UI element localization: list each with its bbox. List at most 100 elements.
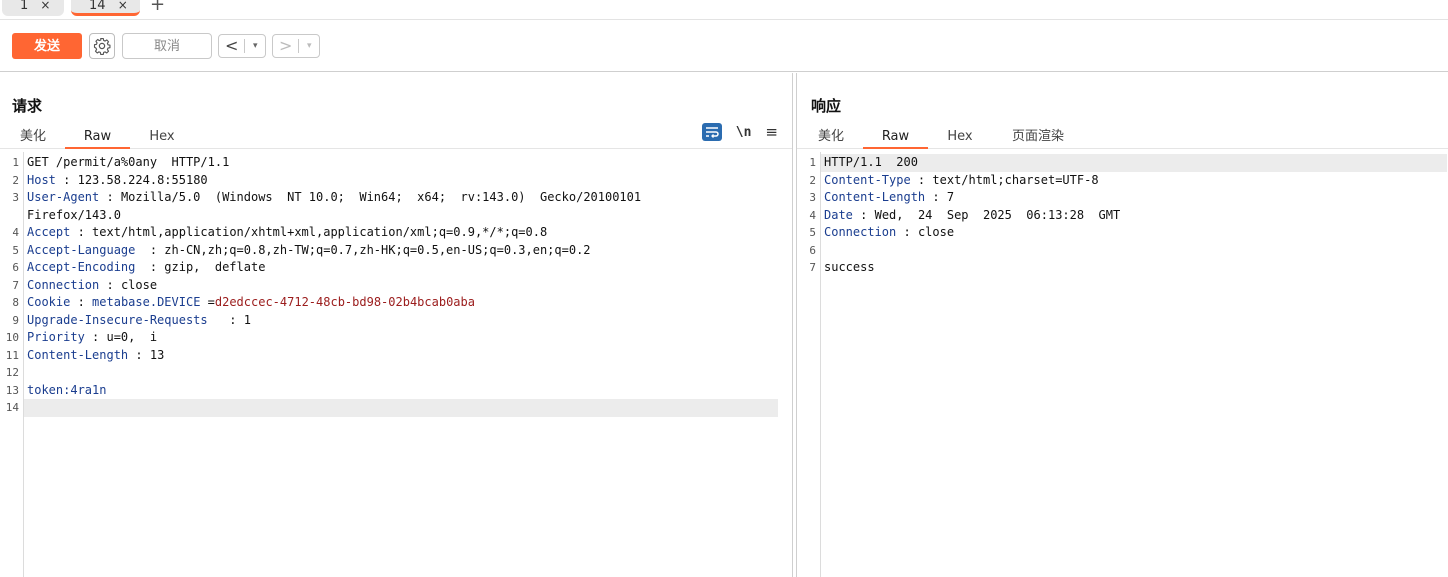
request-line: 6 Accept-Encoding : gzip, deflate — [0, 259, 792, 277]
request-line: Firefox/143.0 — [0, 207, 792, 225]
header-name: Content-Length — [27, 347, 129, 362]
request-line: 14 — [0, 399, 792, 417]
line-number: 13 — [5, 383, 19, 397]
wrap-lines-button[interactable] — [701, 123, 722, 141]
request-line: 1 GET /permit/a%0any HTTP/1.1 — [0, 154, 792, 172]
line-content: Accept-Language : zh-CN,zh;q=0.8,zh-TW;q… — [27, 242, 591, 260]
forward-dropdown-icon[interactable]: ▾ — [299, 41, 319, 51]
line-number: 10 — [5, 331, 19, 344]
response-tab-render[interactable]: 页面渲染 — [1009, 127, 1067, 149]
request-panel: 请求 美化 Raw Hex \n ≡ 1 GET /permit/a%0any H… — [0, 73, 793, 577]
back-arrow-icon: < — [225, 36, 239, 55]
line-number: 4 — [12, 226, 19, 239]
header-name: Priority — [27, 330, 85, 344]
request-tab-pretty[interactable]: 美化 — [18, 127, 48, 149]
tab-14-label: 14 — [89, 0, 106, 13]
request-line: 5 Accept-Language : zh-CN,zh;q=0.8,zh-TW;… — [0, 242, 792, 260]
line-number: 2 — [809, 173, 816, 187]
request-editor[interactable]: 1 GET /permit/a%0any HTTP/1.1 2 Host : 123.… — [0, 152, 792, 577]
header-separator: : — [84, 330, 107, 344]
line-number: 3 — [809, 191, 816, 204]
request-line: 3 User-Agent : Mozilla/5.0 (Windows NT 10… — [0, 189, 792, 207]
header-separator: : — [99, 277, 121, 292]
line-number: 2 — [12, 173, 19, 187]
line-number: 12 — [5, 366, 19, 379]
response-tab-raw[interactable]: Raw — [863, 127, 928, 149]
request-editor-tools: \n ≡ — [701, 123, 778, 141]
request-line: 10 Priority : u=0, i — [0, 329, 792, 347]
request-line: 13 token:4ra1n — [0, 382, 792, 400]
header-value: gzip, deflate — [164, 260, 266, 274]
header-name: Date — [824, 207, 853, 222]
forward-arrow-icon: > — [279, 36, 293, 55]
response-panel: 响应 美化 Raw Hex 页面渲染 1 HTTP/1.1 200 2 Content… — [796, 73, 1448, 577]
header-separator: : — [55, 172, 78, 187]
request-line: 12 — [0, 364, 792, 382]
header-separator: : — [135, 242, 165, 257]
tab-bar: 1 × 14 × + — [0, 0, 1448, 20]
forward-button[interactable]: > ▾ — [272, 34, 320, 58]
line-content: Connection : close — [27, 277, 157, 295]
header-separator: : — [70, 225, 93, 239]
request-line: 7 Connection : close — [0, 277, 792, 295]
header-value: text/html,application/xhtml+xml,applicat… — [92, 225, 548, 239]
hamburger-menu-icon[interactable]: ≡ — [765, 123, 778, 141]
show-newlines-button[interactable]: \n — [736, 125, 752, 140]
header-value: u=0, i — [106, 330, 158, 344]
line-number: 8 — [12, 296, 19, 309]
request-tab-hex[interactable]: Hex — [146, 127, 178, 149]
response-tab-pretty[interactable]: 美化 — [816, 127, 846, 149]
line-number: 6 — [809, 243, 816, 257]
response-title: 响应 — [811, 97, 842, 115]
line-number: 6 — [12, 261, 19, 274]
header-value: 123.58.224.8:55180 — [77, 172, 208, 187]
wrap-lines-icon — [705, 127, 719, 138]
header-value: 7 — [946, 190, 955, 204]
response-line: 5 Connection : close — [797, 224, 1448, 242]
line-number: 11 — [5, 348, 19, 362]
gear-icon — [93, 37, 111, 55]
response-line: 1 HTTP/1.1 200 — [797, 154, 1448, 172]
request-line: 4 Accept : text/html,application/xhtml+xm… — [0, 224, 792, 242]
header-separator: : — [910, 172, 933, 187]
header-name: Accept-Language — [27, 242, 136, 257]
response-line: 3 Content-Length : 7 — [797, 189, 1448, 207]
response-editor[interactable]: 1 HTTP/1.1 200 2 Content-Type : text/html;c… — [797, 152, 1448, 577]
tab-14[interactable]: 14 × — [71, 0, 140, 16]
line-number: 14 — [5, 401, 19, 414]
header-value: 1 — [243, 312, 251, 327]
tab-1[interactable]: 1 × — [2, 0, 64, 16]
toolbar: 发送 取消 < ▾ > ▾ — [0, 20, 1448, 72]
line-number: 7 — [12, 278, 19, 292]
header-value: Wed, 24 Sep 2025 06:13:28 GMT — [874, 207, 1121, 222]
tab-14-close-icon[interactable]: × — [118, 0, 128, 11]
request-line: 9 Upgrade-Insecure-Requests : 1 — [0, 312, 792, 330]
header-name: Connection — [824, 225, 897, 239]
line-content: Content-Length : 13 — [27, 347, 164, 365]
header-separator: : — [135, 260, 165, 274]
send-button[interactable]: 发送 — [12, 33, 82, 59]
settings-button[interactable] — [89, 33, 115, 59]
request-subtabs: 美化 Raw Hex — [0, 125, 792, 149]
line-number: 4 — [809, 208, 816, 222]
line-number: 1 — [12, 156, 19, 169]
request-tab-raw[interactable]: Raw — [65, 127, 130, 149]
header-separator: : — [128, 347, 150, 362]
line-content: Date : Wed, 24 Sep 2025 06:13:28 GMT — [824, 207, 1120, 225]
cookie-equals: = — [200, 295, 215, 309]
line-content: success — [824, 260, 875, 274]
cancel-button[interactable]: 取消 — [122, 33, 212, 59]
response-tab-hex[interactable]: Hex — [945, 127, 975, 149]
back-button[interactable]: < ▾ — [218, 34, 266, 58]
response-line: 2 Content-Type : text/html;charset=UTF-8 — [797, 172, 1448, 190]
line-number: 5 — [809, 226, 816, 239]
back-dropdown-icon[interactable]: ▾ — [245, 41, 265, 51]
header-name: User-Agent — [27, 190, 100, 204]
cookie-name: metabase.DEVICE — [92, 295, 201, 309]
tab-1-close-icon[interactable]: × — [40, 0, 50, 11]
add-tab-icon[interactable]: + — [150, 0, 165, 15]
line-number: 5 — [12, 243, 19, 257]
line-content: Connection : close — [824, 224, 954, 242]
header-value: 13 — [149, 347, 165, 362]
line-number: 1 — [809, 156, 816, 169]
